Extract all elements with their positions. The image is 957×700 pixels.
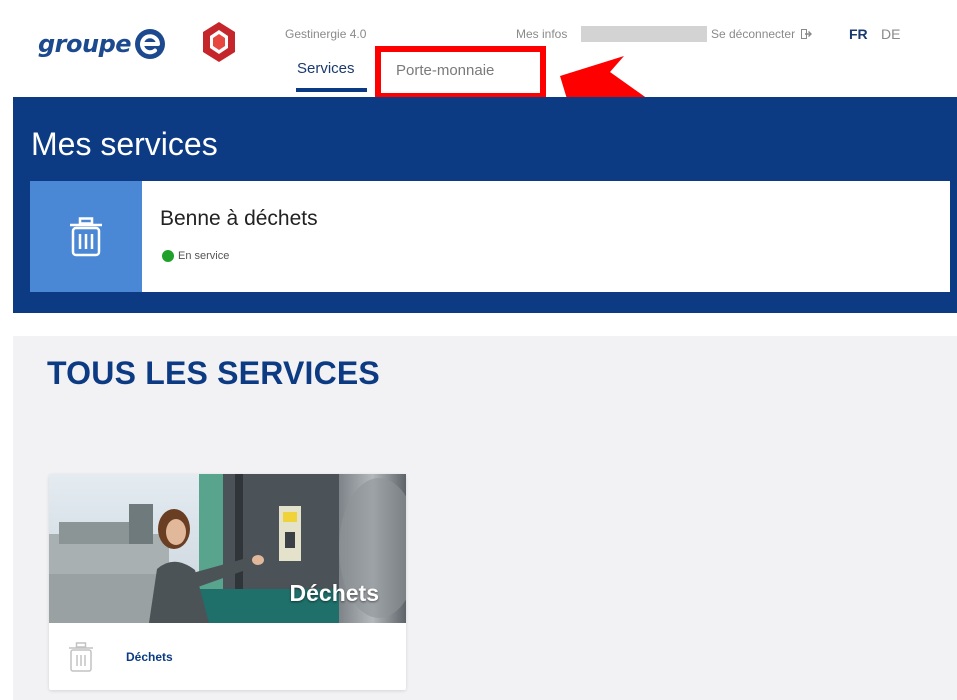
my-services-title: Mes services [31,126,218,162]
status-text: En service [178,250,230,262]
service-tile-dechets[interactable]: Déchets Déchets [49,474,406,690]
redacted-user-info [581,26,707,42]
service-name[interactable]: Benne à déchets [160,207,318,231]
trash-icon [70,216,102,256]
logout-icon [801,29,813,39]
service-card[interactable] [30,181,950,292]
language-de[interactable]: DE [881,26,900,42]
tab-services[interactable]: Services [297,60,355,77]
service-icon-box [30,181,142,292]
tile-image-label: Déchets [289,580,379,606]
app-name: Gestinergie 4.0 [285,27,367,41]
emblem-icon [203,22,235,62]
logout-link[interactable]: Se déconnecter [711,27,813,41]
logo-text: groupe [38,30,132,58]
all-services-title: TOUS LES SERVICES [47,355,380,391]
active-tab-indicator [296,88,367,92]
logout-label: Se déconnecter [711,27,796,41]
groupe-e-logo[interactable]: groupe [38,28,166,60]
logo-e-icon [135,29,166,59]
top-header: groupe Gestinergie 4.0 Services Porte-mo… [0,0,957,99]
tile-label: Déchets [126,650,173,664]
tile-photo: Déchets [49,474,406,623]
highlight-box [375,46,546,99]
mes-infos-link[interactable]: Mes infos [516,27,567,41]
trash-icon [69,642,93,672]
language-fr[interactable]: FR [849,26,868,42]
status-indicator [162,250,174,262]
